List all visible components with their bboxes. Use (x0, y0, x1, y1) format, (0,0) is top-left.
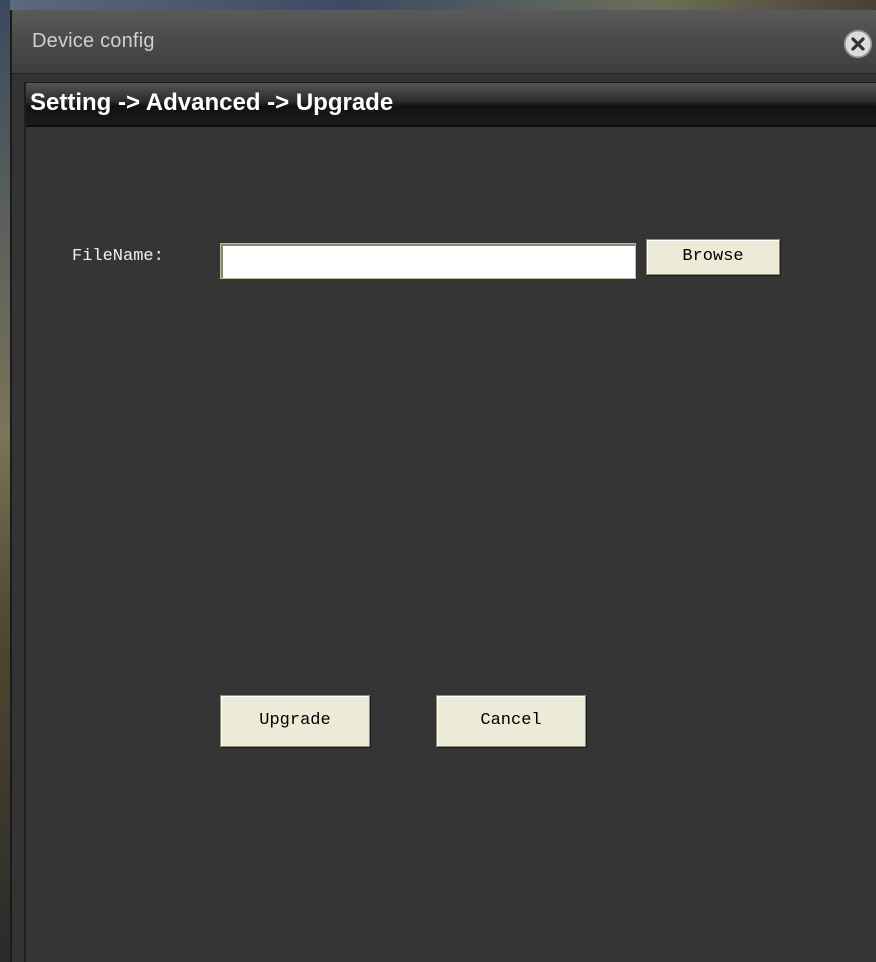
window-title: Device config (32, 30, 155, 52)
device-config-window: Device config Setting -> Advanced -> Upg… (10, 10, 876, 962)
desktop-background-edge (0, 0, 10, 962)
close-button[interactable] (844, 30, 872, 58)
upgrade-button[interactable]: Upgrade (220, 695, 370, 747)
filename-input[interactable] (220, 243, 636, 279)
close-icon (844, 30, 872, 58)
breadcrumb-text: Setting -> Advanced -> Upgrade (30, 89, 394, 116)
browse-button[interactable]: Browse (646, 239, 780, 275)
filename-label: FileName: (72, 247, 164, 266)
desktop-background (0, 0, 876, 10)
title-bar[interactable]: Device config (12, 10, 876, 74)
cancel-button[interactable]: Cancel (436, 695, 586, 747)
breadcrumb: Setting -> Advanced -> Upgrade (26, 83, 876, 127)
content-panel: Setting -> Advanced -> Upgrade FileName:… (24, 82, 876, 962)
